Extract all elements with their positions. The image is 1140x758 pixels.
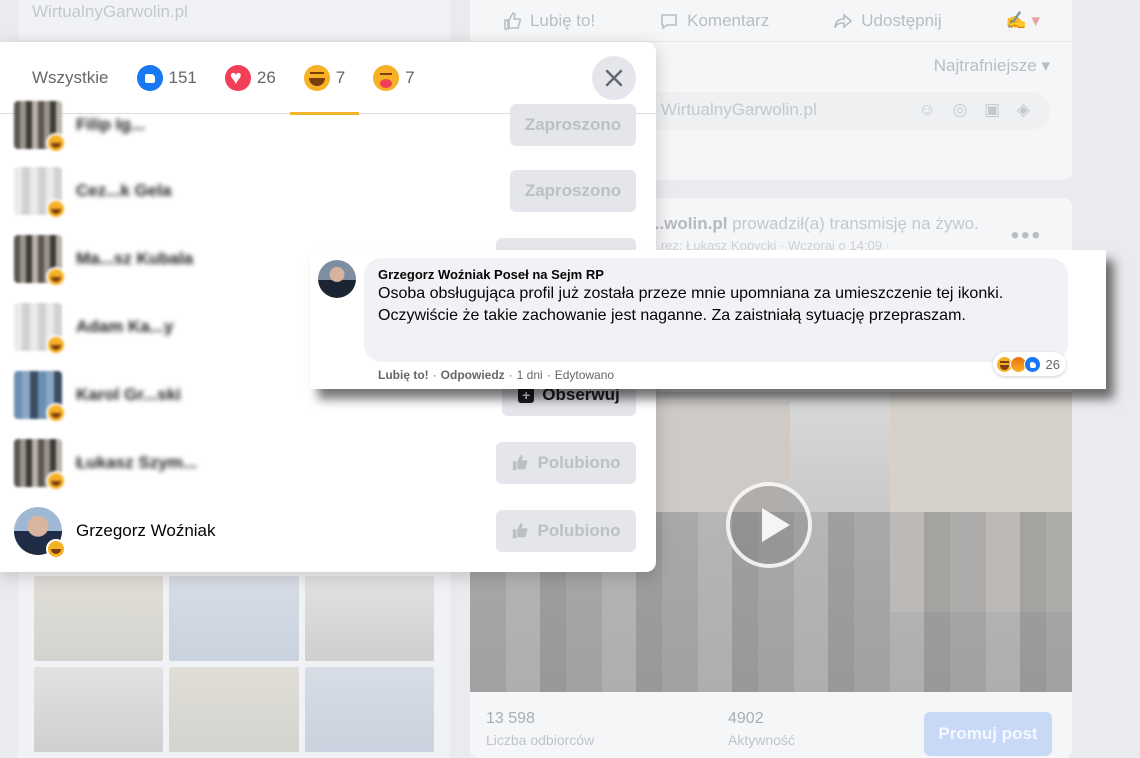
bg-photo-tile[interactable]: [34, 576, 164, 661]
comment-tools-icons: ☺ ◎ ▣ ◈: [918, 100, 1036, 119]
haha-badge-icon: [46, 471, 66, 491]
comment-time[interactable]: 1 dni: [517, 368, 543, 382]
bg-stat-engagement: 4902 Aktywność: [728, 710, 795, 748]
share-arrow-icon: [834, 12, 853, 29]
avatar[interactable]: [14, 439, 66, 491]
follow-plus-icon: +: [518, 387, 535, 403]
bg-like-button[interactable]: Lubię to!: [502, 11, 595, 31]
bg-photo-grid: [18, 570, 450, 758]
bg-action-bar: Lubię to! Komentarz Udostępnij ✍ ▾: [470, 0, 1072, 42]
invited-button[interactable]: Zaproszono: [510, 104, 636, 146]
haha-icon: [303, 64, 330, 91]
reactor-name[interactable]: Cez...k Gela: [76, 181, 171, 201]
list-item: Cez...k Gela Zaproszono: [0, 158, 656, 224]
comment-reply-link[interactable]: Odpowiedz: [441, 368, 505, 382]
profile-reaction-icon: ✍ ▾: [1005, 10, 1040, 30]
reactor-name[interactable]: Adam Ka...y: [76, 317, 173, 337]
list-item: Filip Ig... Zaproszono: [0, 92, 656, 158]
bg-share-button[interactable]: Udostępnij: [833, 11, 942, 31]
avatar[interactable]: [318, 260, 356, 298]
avatar[interactable]: [14, 167, 66, 219]
avatar[interactable]: [14, 303, 66, 355]
comment-author[interactable]: Grzegorz Woźniak Poseł na Sejm RP: [378, 267, 1054, 282]
list-item: Grzegorz Woźniak Polubiono: [0, 498, 656, 564]
bg-post-author: ...wolin.pl prowadził(a) transmisję na ż…: [650, 214, 979, 233]
avatar[interactable]: [14, 235, 66, 287]
haha-badge-icon: [46, 539, 66, 559]
more-options-icon[interactable]: •••: [1011, 222, 1042, 250]
avatar[interactable]: [14, 507, 66, 559]
care-icon: [373, 64, 400, 91]
haha-badge-icon: [46, 335, 66, 355]
bg-comment-input[interactable]: ...zo WirtualnyGarwolin.pl ☺ ◎ ▣ ◈: [610, 92, 1050, 130]
comment-text: Osoba obsługująca profil już została prz…: [378, 285, 1004, 324]
haha-badge-icon: [46, 133, 66, 153]
comment-edited[interactable]: Edytowano: [555, 368, 614, 382]
reactor-name[interactable]: Filip Ig...: [76, 115, 145, 135]
haha-badge-icon: [46, 403, 66, 423]
bg-sort-dropdown[interactable]: Najtrafniejsze ▾: [934, 56, 1050, 76]
like-icon: [136, 64, 163, 91]
avatar[interactable]: [14, 101, 66, 153]
comment-reactions[interactable]: 26: [992, 352, 1066, 376]
comment-like-link[interactable]: Lubię to!: [378, 368, 429, 382]
comment-actions: Lubię to! · Odpowiedz · 1 dni · Edytowan…: [378, 368, 615, 382]
avatar[interactable]: [14, 371, 66, 423]
liked-button[interactable]: Polubiono: [496, 442, 636, 484]
play-icon[interactable]: [726, 482, 812, 568]
reactor-name[interactable]: Ma...sz Kubala: [76, 249, 193, 269]
reactor-name[interactable]: Grzegorz Woźniak: [76, 521, 216, 541]
liked-button[interactable]: Polubiono: [496, 510, 636, 552]
bg-photo-tile[interactable]: [304, 576, 434, 661]
bg-comment-button[interactable]: Komentarz: [659, 11, 769, 31]
invited-button[interactable]: Zaproszono: [510, 170, 636, 212]
bg-photo-tile[interactable]: [169, 576, 299, 661]
thumbs-up-icon: [504, 11, 522, 30]
bg-page-name: WirtualnyGarwolin.pl: [18, 0, 450, 40]
speech-bubble-icon: [661, 13, 677, 30]
thumbs-up-icon: [513, 522, 529, 539]
reactor-name[interactable]: Karol Gr...ski: [76, 385, 181, 405]
close-icon: [605, 69, 623, 87]
comment-bubble: Grzegorz Woźniak Poseł na Sejm RP Osoba …: [364, 258, 1068, 362]
comment-overlay: Grzegorz Woźniak Poseł na Sejm RP Osoba …: [310, 250, 1106, 389]
bg-photo-tile[interactable]: [34, 667, 164, 752]
thumbs-up-icon: [513, 454, 529, 471]
bg-stat-reach: 13 598 Liczba odbiorców: [486, 710, 595, 748]
haha-badge-icon: [46, 199, 66, 219]
haha-badge-icon: [46, 267, 66, 287]
reactor-name[interactable]: Łukasz Szym...: [76, 453, 197, 473]
bg-reaction-picker[interactable]: ✍ ▾: [1006, 11, 1040, 31]
bg-photo-tile[interactable]: [304, 667, 434, 752]
love-icon: [224, 64, 251, 91]
bg-photo-tile[interactable]: [169, 667, 299, 752]
promote-post-button[interactable]: Promuj post: [924, 712, 1052, 756]
like-icon: [1023, 355, 1041, 373]
list-item: Łukasz Szym... Polubiono: [0, 430, 656, 496]
